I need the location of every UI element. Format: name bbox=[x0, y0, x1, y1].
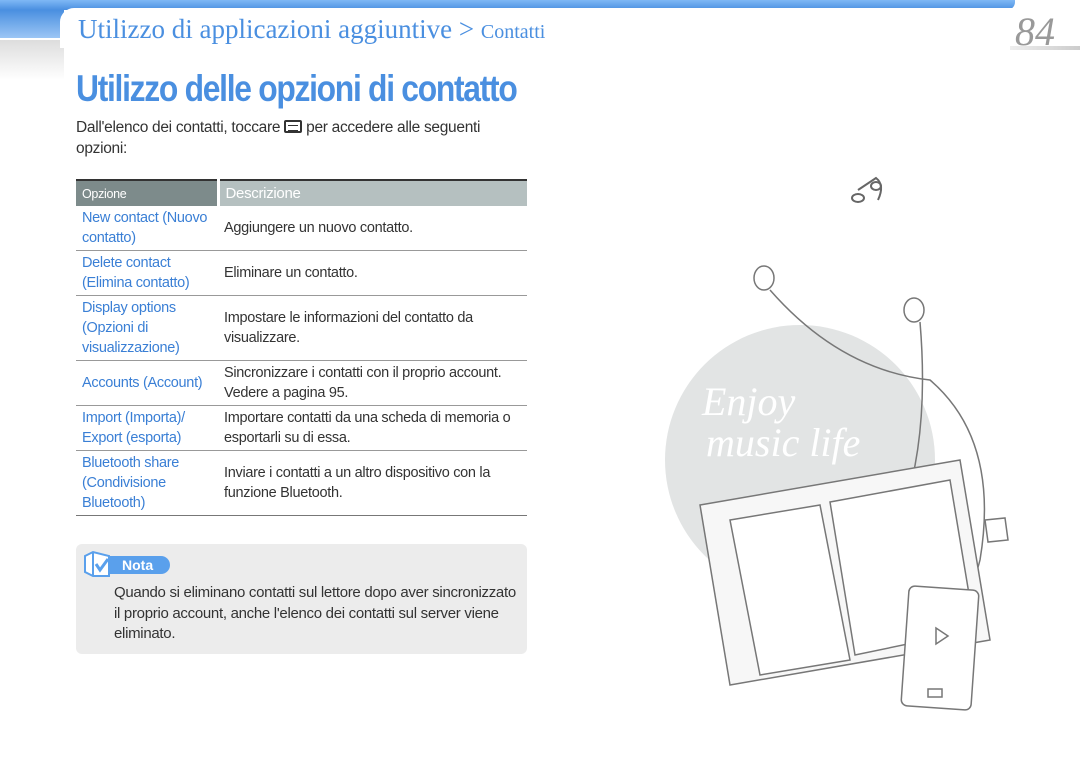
page-number-underline bbox=[1010, 46, 1080, 50]
breadcrumb-section: Utilizzo di applicazioni aggiuntive bbox=[78, 14, 453, 44]
table-row: Accounts (Account) Sincronizzare i contat… bbox=[76, 360, 527, 406]
note-text: Quando si eliminano contatti sul lettore… bbox=[114, 584, 516, 642]
option-cell: Display options (Opzioni di visualizzazi… bbox=[76, 295, 218, 361]
intro-text: Dall'elenco dei contatti, toccare per acc… bbox=[76, 117, 526, 159]
table-row: Delete contact (Elimina contatto) Elimina… bbox=[76, 250, 527, 296]
table-row: New contact (Nuovo contatto) Aggiungere u… bbox=[76, 206, 527, 251]
tagline-line2: music life bbox=[706, 420, 860, 465]
option-cell: Delete contact (Elimina contatto) bbox=[76, 250, 218, 296]
option-cell: New contact (Nuovo contatto) bbox=[76, 206, 218, 251]
header-tab-accent bbox=[0, 10, 64, 38]
table-row: Bluetooth share (Condivisione Bluetooth)… bbox=[76, 450, 527, 516]
column-header-option: Opzione bbox=[76, 179, 220, 206]
column-header-description: Descrizione bbox=[218, 179, 527, 206]
option-cell: Accounts (Account) bbox=[76, 360, 218, 406]
table-row: Display options (Opzioni di visualizzazi… bbox=[76, 295, 527, 361]
tagline-line1: Enjoy bbox=[701, 379, 796, 424]
options-table: Opzione Descrizione New contact (Nuovo c… bbox=[76, 179, 527, 516]
header-shade bbox=[0, 40, 64, 80]
note-check-icon bbox=[84, 550, 110, 577]
breadcrumb-separator: > bbox=[458, 14, 475, 44]
description-cell: Impostare le informazioni del contatto d… bbox=[218, 295, 527, 361]
description-cell: Importare contatti da una scheda di memo… bbox=[218, 405, 527, 451]
description-cell: Eliminare un contatto. bbox=[218, 250, 527, 296]
description-cell: Sincronizzare i contatti con il proprio … bbox=[218, 360, 527, 406]
note-label: Nota bbox=[108, 556, 170, 574]
music-illustration: Enjoy music life bbox=[665, 176, 1009, 711]
table-row: Import (Importa)/ Export (esporta) Import… bbox=[76, 405, 527, 451]
option-cell: Import (Importa)/ Export (esporta) bbox=[76, 405, 218, 451]
breadcrumb: Utilizzo di applicazioni aggiuntive > Co… bbox=[78, 14, 545, 45]
description-cell: Aggiungere un nuovo contatto. bbox=[218, 206, 527, 251]
description-cell: Inviare i contatti a un altro dispositiv… bbox=[218, 450, 527, 516]
intro-before: Dall'elenco dei contatti, toccare bbox=[76, 119, 281, 136]
media-player-icon bbox=[900, 585, 980, 711]
option-cell: Bluetooth share (Condivisione Bluetooth) bbox=[76, 450, 218, 516]
page-title: Utilizzo delle opzioni di contatto bbox=[76, 68, 518, 109]
menu-icon bbox=[284, 120, 303, 133]
breadcrumb-subsection: Contatti bbox=[480, 21, 546, 43]
music-note-icon bbox=[851, 176, 882, 203]
